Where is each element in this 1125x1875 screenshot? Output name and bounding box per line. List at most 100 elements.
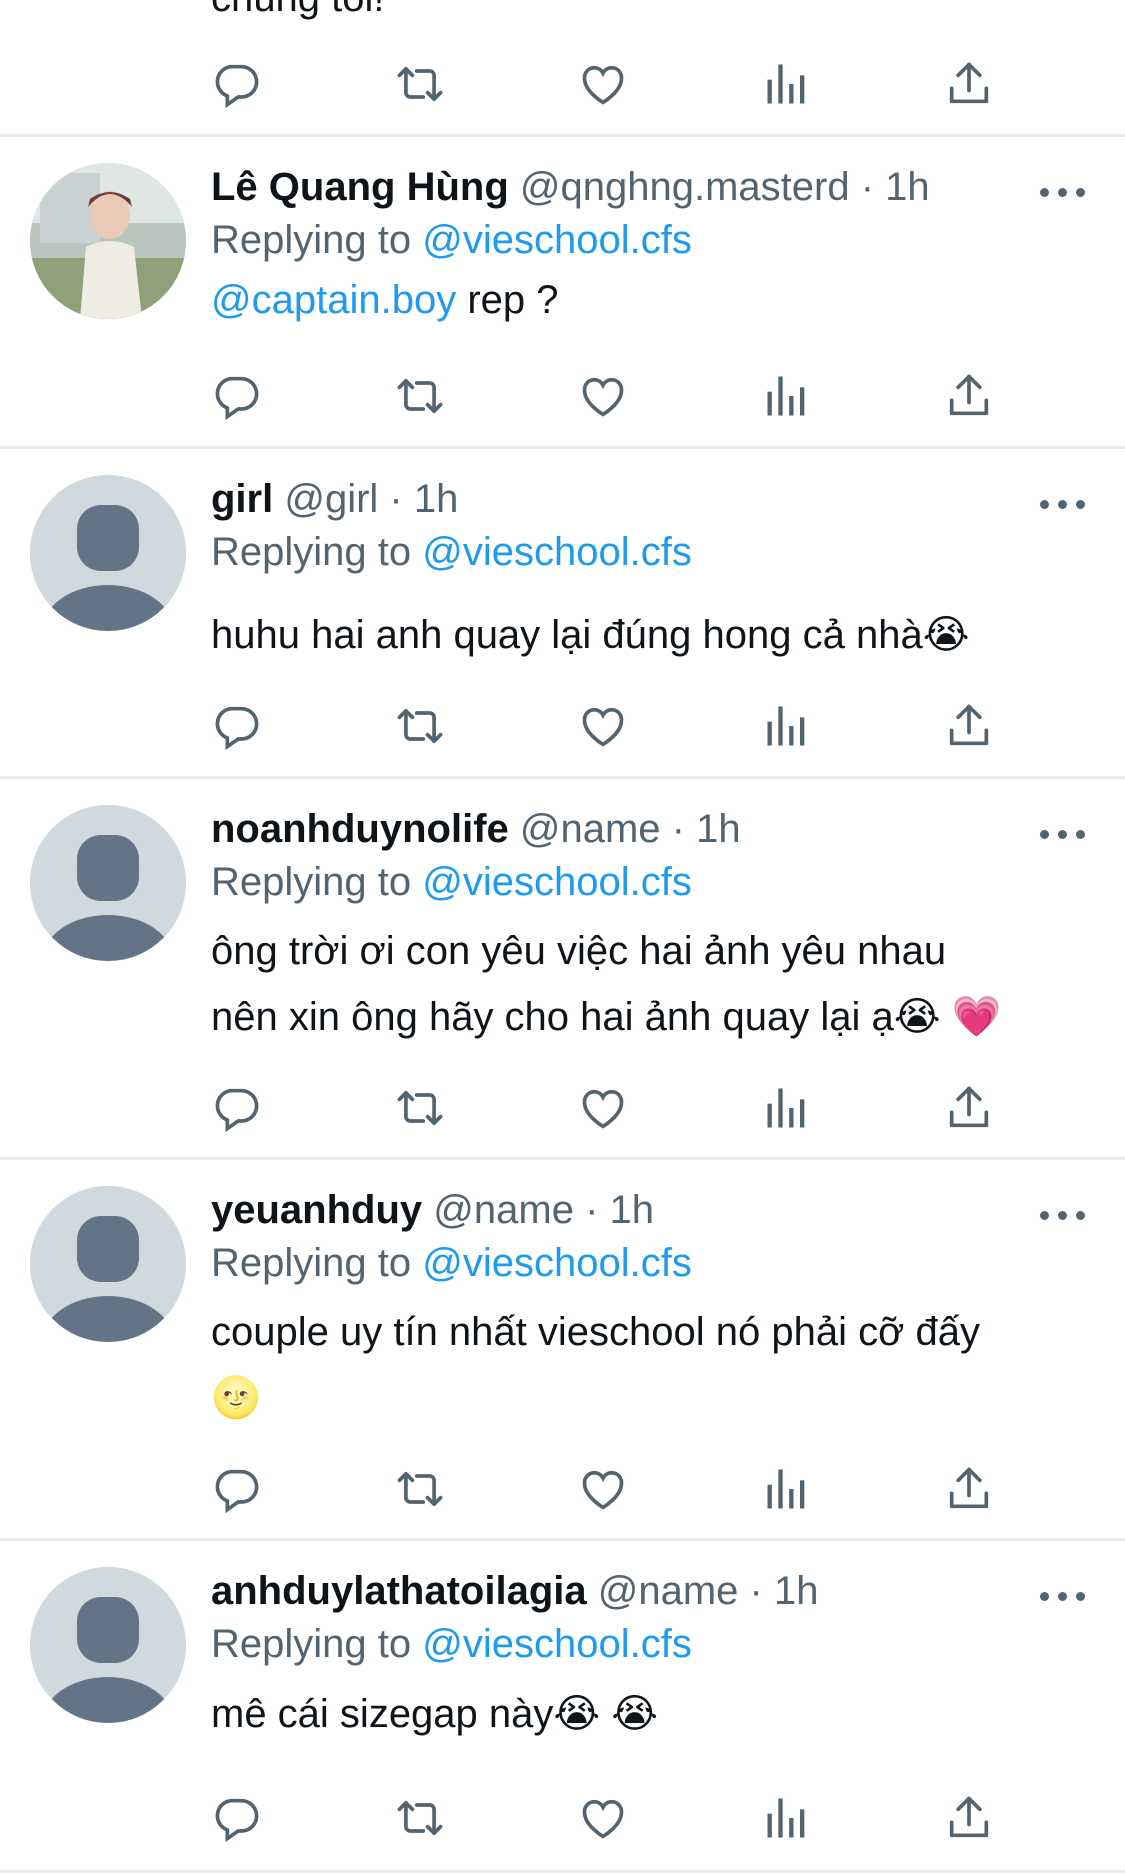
reply-icon[interactable] bbox=[210, 370, 262, 422]
timestamp[interactable]: 1h bbox=[610, 1188, 655, 1232]
separator-dot: · bbox=[738, 1569, 774, 1613]
more-icon[interactable] bbox=[1040, 1208, 1086, 1222]
views-icon[interactable] bbox=[761, 1463, 813, 1515]
retweet-icon[interactable] bbox=[394, 1463, 446, 1515]
tweet-text: mê cái sizegap này😭 😭 bbox=[211, 1692, 658, 1736]
replying-to-mention[interactable]: @vieschool.cfs bbox=[422, 1241, 692, 1285]
like-icon[interactable] bbox=[577, 1082, 629, 1134]
replying-to: Replying to @vieschool.cfs bbox=[211, 1238, 692, 1288]
previous-tweet-fragment: chúng tôi! bbox=[0, 0, 1125, 135]
like-icon[interactable] bbox=[577, 700, 629, 752]
tweet-item[interactable]: Lê Quang Hùng @qnghng.masterd · 1h Reply… bbox=[0, 137, 1125, 448]
default-avatar-icon bbox=[30, 805, 186, 961]
tweet-text-content: rep ? bbox=[456, 278, 559, 322]
reply-icon[interactable] bbox=[210, 1463, 262, 1515]
tweet-header: girl @girl · 1h bbox=[211, 474, 458, 524]
replying-to-mention[interactable]: @vieschool.cfs bbox=[422, 218, 692, 262]
like-icon[interactable] bbox=[577, 1792, 629, 1844]
default-avatar-icon bbox=[30, 475, 186, 631]
user-handle[interactable]: @name bbox=[433, 1188, 574, 1232]
more-icon[interactable] bbox=[1040, 1589, 1086, 1603]
display-name[interactable]: noanhduynolife bbox=[211, 807, 509, 851]
share-icon[interactable] bbox=[943, 1082, 995, 1134]
more-icon[interactable] bbox=[1040, 827, 1086, 841]
previous-tweet-text: chúng tôi! bbox=[211, 0, 384, 22]
more-icon[interactable] bbox=[1040, 185, 1086, 199]
display-name[interactable]: anhduylathatoilagia bbox=[211, 1569, 587, 1613]
user-handle[interactable]: @qnghng.masterd bbox=[520, 165, 850, 209]
tweet-text-line-2: nên xin ông hãy cho hai ảnh quay lại ạ😭 … bbox=[211, 995, 1002, 1039]
retweet-icon[interactable] bbox=[394, 58, 446, 110]
action-bar bbox=[0, 700, 1125, 760]
tweet-item[interactable]: anhduylathatoilagia @name · 1h Replying … bbox=[0, 1541, 1125, 1871]
separator-dot: · bbox=[378, 477, 414, 521]
action-bar bbox=[0, 370, 1125, 430]
replying-to-mention[interactable]: @vieschool.cfs bbox=[422, 860, 692, 904]
tweet-header: Lê Quang Hùng @qnghng.masterd · 1h bbox=[211, 162, 930, 212]
avatar[interactable] bbox=[30, 1186, 186, 1342]
tweet-text-line-1: couple uy tín nhất vieschool nó phải cỡ … bbox=[211, 1310, 980, 1354]
replying-to-label: Replying to bbox=[211, 1622, 423, 1666]
views-icon[interactable] bbox=[761, 700, 813, 752]
reply-icon[interactable] bbox=[210, 1792, 262, 1844]
share-icon[interactable] bbox=[943, 370, 995, 422]
action-bar bbox=[0, 58, 1125, 118]
retweet-icon[interactable] bbox=[394, 1082, 446, 1134]
retweet-icon[interactable] bbox=[394, 370, 446, 422]
views-icon[interactable] bbox=[761, 58, 813, 110]
timestamp[interactable]: 1h bbox=[414, 477, 459, 521]
share-icon[interactable] bbox=[943, 58, 995, 110]
retweet-icon[interactable] bbox=[394, 1792, 446, 1844]
tweet-header: yeuanhduy @name · 1h bbox=[211, 1185, 654, 1235]
replying-to: Replying to @vieschool.cfs bbox=[211, 857, 692, 907]
tweet-text: huhu hai anh quay lại đúng hong cả nhà😭 bbox=[211, 613, 970, 657]
timestamp[interactable]: 1h bbox=[885, 165, 930, 209]
avatar[interactable] bbox=[30, 475, 186, 631]
reply-icon[interactable] bbox=[210, 1082, 262, 1134]
retweet-icon[interactable] bbox=[394, 700, 446, 752]
replying-to-label: Replying to bbox=[211, 218, 423, 262]
share-icon[interactable] bbox=[943, 700, 995, 752]
display-name[interactable]: girl bbox=[211, 477, 273, 521]
tweet-text-line-1: ông trời ơi con yêu việc hai ảnh yêu nha… bbox=[211, 929, 947, 973]
separator-dot: · bbox=[573, 1188, 610, 1232]
user-handle[interactable]: @name bbox=[598, 1569, 739, 1613]
replying-to-label: Replying to bbox=[211, 860, 423, 904]
views-icon[interactable] bbox=[761, 1792, 813, 1844]
like-icon[interactable] bbox=[577, 58, 629, 110]
reply-icon[interactable] bbox=[210, 700, 262, 752]
display-name[interactable]: yeuanhduy bbox=[211, 1188, 422, 1232]
default-avatar-icon bbox=[30, 1567, 186, 1723]
tweet-item[interactable]: yeuanhduy @name · 1h Replying to @viesch… bbox=[0, 1160, 1125, 1538]
separator-dot: · bbox=[849, 165, 886, 209]
reply-icon[interactable] bbox=[210, 58, 262, 110]
mention-link[interactable]: @captain.boy bbox=[211, 278, 456, 322]
user-handle[interactable]: @girl bbox=[284, 477, 378, 521]
replying-to-label: Replying to bbox=[211, 530, 423, 574]
views-icon[interactable] bbox=[761, 370, 813, 422]
avatar[interactable] bbox=[30, 1567, 186, 1723]
action-bar bbox=[0, 1082, 1125, 1142]
tweet-item[interactable]: girl @girl · 1h Replying to @vieschool.c… bbox=[0, 449, 1125, 776]
views-icon[interactable] bbox=[761, 1082, 813, 1134]
like-icon[interactable] bbox=[577, 370, 629, 422]
display-name[interactable]: Lê Quang Hùng bbox=[211, 165, 509, 209]
tweet-item[interactable]: noanhduynolife @name · 1h Replying to @v… bbox=[0, 779, 1125, 1157]
timestamp[interactable]: 1h bbox=[774, 1569, 819, 1613]
replying-to-mention[interactable]: @vieschool.cfs bbox=[422, 530, 692, 574]
avatar[interactable] bbox=[30, 163, 186, 319]
like-icon[interactable] bbox=[577, 1463, 629, 1515]
action-bar bbox=[0, 1463, 1125, 1523]
avatar[interactable] bbox=[30, 805, 186, 961]
timestamp[interactable]: 1h bbox=[696, 807, 741, 851]
more-icon[interactable] bbox=[1040, 497, 1086, 511]
divider bbox=[0, 1870, 1125, 1873]
replying-to: Replying to @vieschool.cfs bbox=[211, 1619, 692, 1669]
share-icon[interactable] bbox=[943, 1463, 995, 1515]
action-bar bbox=[0, 1792, 1125, 1852]
tweet-header: noanhduynolife @name · 1h bbox=[211, 804, 741, 854]
user-handle[interactable]: @name bbox=[520, 807, 661, 851]
tweet-text: @captain.boy rep ? bbox=[211, 267, 1091, 333]
replying-to-mention[interactable]: @vieschool.cfs bbox=[422, 1622, 692, 1666]
share-icon[interactable] bbox=[943, 1792, 995, 1844]
